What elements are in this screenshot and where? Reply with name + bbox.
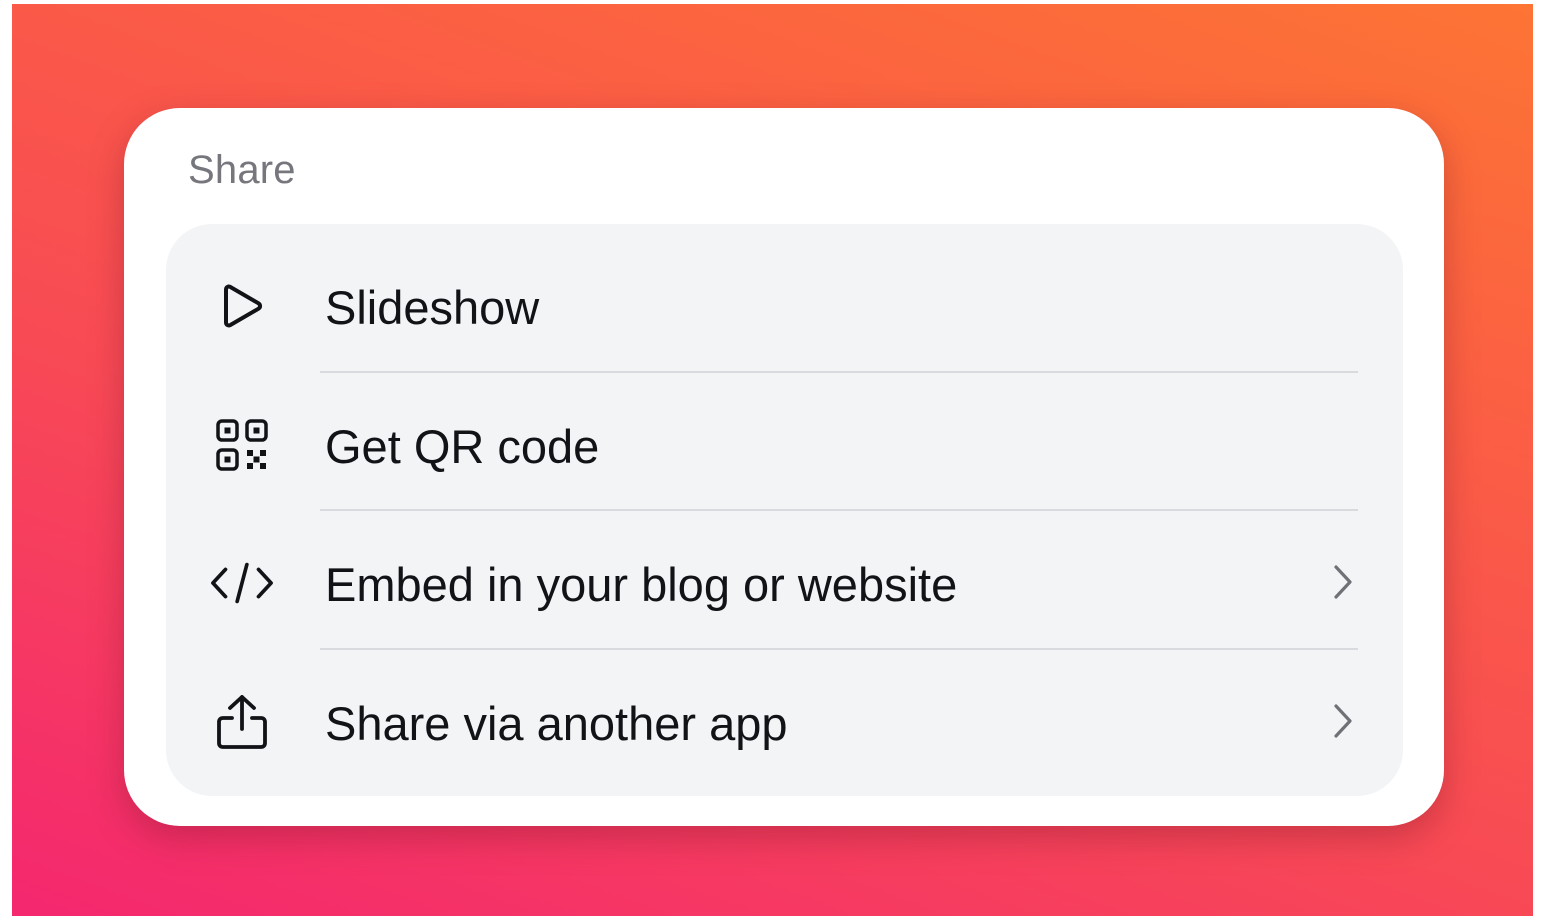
share-upload-icon xyxy=(210,694,274,750)
embed-option[interactable]: Embed in your blog or website xyxy=(166,511,1403,649)
share-via-app-label: Share via another app xyxy=(325,697,788,750)
slideshow-label: Slideshow xyxy=(325,281,540,334)
share-via-app-option[interactable]: Share via another app xyxy=(166,650,1403,788)
slideshow-option[interactable]: Slideshow xyxy=(166,234,1403,372)
qr-code-label: Get QR code xyxy=(325,420,600,473)
play-icon xyxy=(210,278,274,334)
embed-label: Embed in your blog or website xyxy=(325,558,958,611)
share-title: Share xyxy=(188,148,296,192)
gradient-background: Share Slideshow Get QR code Embed in you… xyxy=(12,4,1533,916)
share-dialog: Share Slideshow Get QR code Embed in you… xyxy=(124,108,1444,826)
chevron-right-icon xyxy=(1331,563,1355,601)
qr-code-icon xyxy=(210,417,274,473)
chevron-right-icon xyxy=(1331,702,1355,740)
code-icon xyxy=(210,555,274,611)
share-options-list: Slideshow Get QR code Embed in your blog… xyxy=(166,224,1403,796)
qr-code-option[interactable]: Get QR code xyxy=(166,373,1403,511)
